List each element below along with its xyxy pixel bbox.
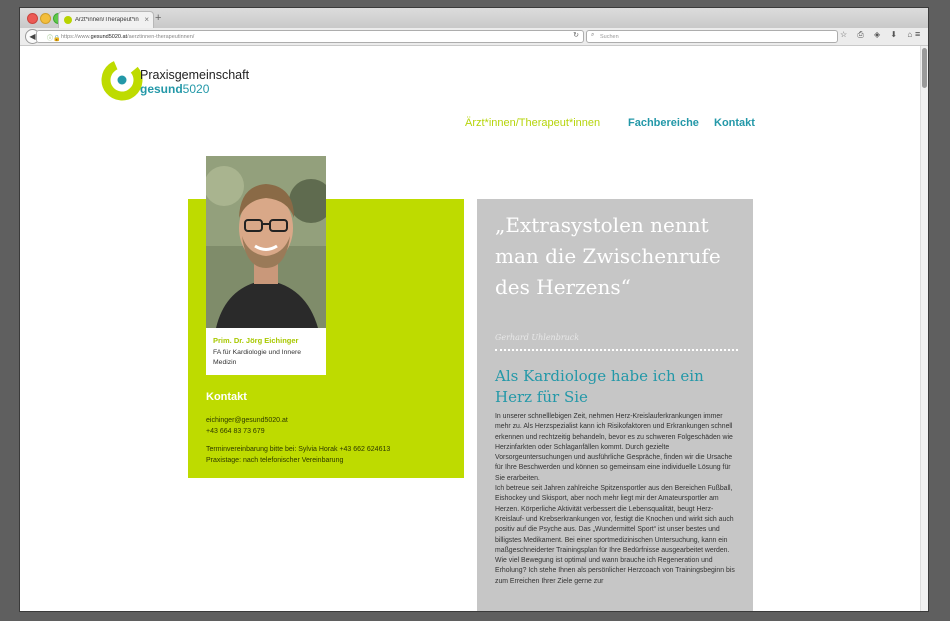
page-content: Praxisgemeinschaft gesund5020 Ärzt*innen… bbox=[20, 46, 920, 611]
search-placeholder: Suchen bbox=[600, 33, 619, 40]
article-paragraph: Ich betreue seit Jahren zahlreiche Spitz… bbox=[495, 485, 735, 585]
site-logo[interactable]: Praxisgemeinschaft gesund5020 bbox=[100, 54, 260, 102]
url-bar[interactable]: ⓘ🔒 https://www.gesund5020.at/aerztinnen-… bbox=[36, 30, 584, 43]
new-tab-button[interactable]: + bbox=[155, 12, 161, 24]
search-icon: ⌕ bbox=[591, 32, 595, 38]
nav-link-fachbereiche[interactable]: Fachbereiche bbox=[628, 117, 699, 129]
hamburger-menu-icon[interactable]: ≡ bbox=[915, 29, 920, 39]
minimize-window-button[interactable] bbox=[40, 13, 51, 24]
url-text: https://www.gesund5020.at/aerztinnen-the… bbox=[61, 33, 195, 40]
practice-days: Praxistage: nach telefonischer Vereinbar… bbox=[206, 457, 344, 464]
tab-title: Ärzt*innen/Therapeut*inn... bbox=[75, 17, 139, 23]
favicon-icon bbox=[64, 16, 72, 24]
appointment-info: Terminvereinbarung bitte bei: Sylvia Hor… bbox=[206, 446, 391, 453]
lock-icon: ⓘ🔒 bbox=[47, 36, 61, 42]
reload-icon[interactable]: ↻ bbox=[573, 31, 579, 39]
browser-tab[interactable]: Ärzt*innen/Therapeut*inn... × bbox=[58, 11, 154, 29]
logo-text-top: Praxisgemeinschaft bbox=[140, 68, 250, 82]
toolbar-icons[interactable]: ☆ ⎙ ◈ ⬇ ⌂ bbox=[840, 30, 916, 40]
browser-window: Ärzt*innen/Therapeut*inn... × + ◀ ⓘ🔒 htt… bbox=[20, 8, 928, 611]
contact-phone: +43 664 83 73 679 bbox=[206, 428, 265, 435]
logo-text-bottom: gesund5020 bbox=[140, 82, 210, 96]
nav-link-aerztinnen[interactable]: Ärzt*innen/Therapeut*innen bbox=[465, 117, 600, 129]
close-window-button[interactable] bbox=[27, 13, 38, 24]
dotted-divider bbox=[495, 349, 738, 351]
contact-heading: Kontakt bbox=[206, 391, 247, 403]
tab-bar: Ärzt*innen/Therapeut*inn... × + bbox=[20, 8, 928, 29]
scrollbar-thumb[interactable] bbox=[922, 48, 927, 88]
page-scrollbar[interactable] bbox=[920, 46, 928, 611]
search-input[interactable]: ⌕ Suchen bbox=[586, 30, 838, 43]
quote-author: Gerhard Uhlenbruck bbox=[495, 333, 580, 342]
doctor-role: FA für Kardiologie und Innere Medizin bbox=[213, 349, 302, 366]
navigation-toolbar: ◀ ⓘ🔒 https://www.gesund5020.at/aerztinne… bbox=[20, 28, 928, 46]
tab-close-icon[interactable]: × bbox=[144, 15, 149, 24]
doctor-name: Prim. Dr. Jörg Eichinger bbox=[213, 336, 299, 345]
contact-email-link[interactable]: eichinger@gesund5020.at bbox=[206, 417, 288, 424]
article-paragraph: In unserer schnelllebigen Zeit, nehmen H… bbox=[495, 413, 733, 482]
article-quote: „Extrasystolen nennt man die Zwischenruf… bbox=[495, 213, 721, 299]
logo-mark-icon bbox=[101, 59, 143, 101]
article-body: In unserer schnelllebigen Zeit, nehmen H… bbox=[495, 412, 740, 587]
doctor-portrait bbox=[206, 156, 326, 328]
nav-link-kontakt[interactable]: Kontakt bbox=[714, 117, 755, 129]
doctor-card: Prim. Dr. Jörg Eichinger FA für Kardiolo… bbox=[206, 328, 326, 375]
article-heading: Als Kardiologe habe ich ein Herz für Sie bbox=[495, 367, 704, 406]
